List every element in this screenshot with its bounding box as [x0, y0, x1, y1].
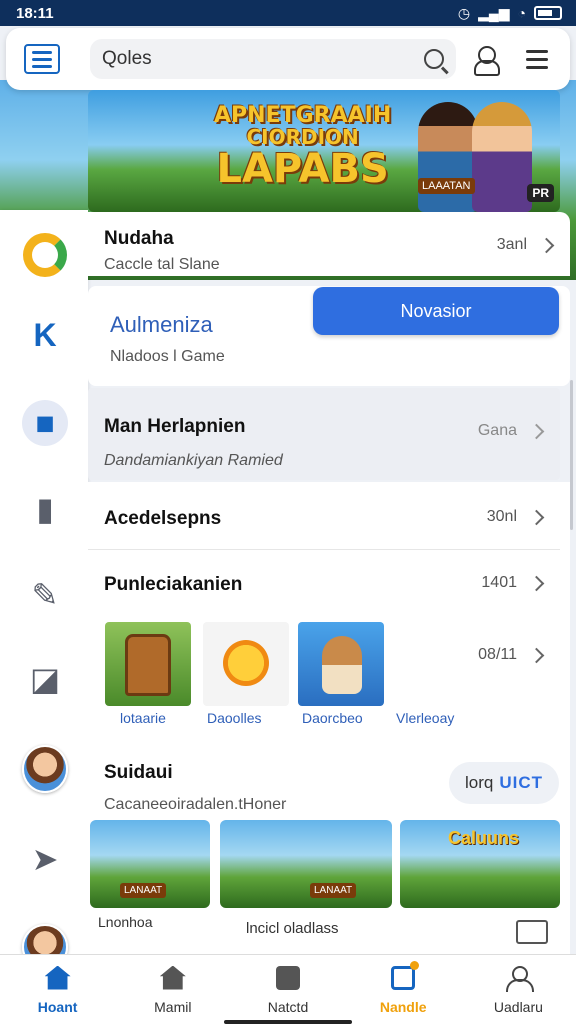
- thumbnail-label: Daorcbeo: [302, 710, 363, 726]
- battery-icon: [534, 6, 562, 20]
- thumbnail-label[interactable]: Vlerleoay: [396, 710, 454, 726]
- grid-icon: [274, 965, 302, 991]
- featured-meta: 3anl: [496, 236, 527, 253]
- promo-title: Aulmeniza: [110, 312, 213, 337]
- tab-home[interactable]: Hoant: [0, 955, 115, 1024]
- sidebar-item-bag[interactable]: ▮: [22, 486, 68, 532]
- chevron-right-icon[interactable]: [528, 509, 545, 525]
- section-subtitle: Cacaneeoiradalen.tHoner: [104, 796, 287, 813]
- keyboard-icon[interactable]: [516, 920, 548, 944]
- game-tile-title: Caluuns: [448, 828, 520, 848]
- chevron-right-icon[interactable]: [528, 423, 545, 439]
- game-tile[interactable]: LANAAT: [220, 820, 392, 908]
- totem-icon: [125, 634, 171, 696]
- banner-tag: LAAATAN: [418, 178, 475, 194]
- section-footer-left: Lnonhoa: [98, 914, 153, 930]
- wifi-icon: ◔: [517, 5, 526, 21]
- sidebar-item-tools[interactable]: ✎: [22, 572, 68, 618]
- chevron-right-icon[interactable]: [528, 575, 545, 591]
- filter-icon[interactable]: [526, 49, 548, 69]
- featured-title: Nudaha: [104, 228, 174, 249]
- tab-profile[interactable]: Uadlaru: [461, 955, 576, 1024]
- status-icons: ◷ ▂▄▆ ◔: [458, 5, 562, 22]
- pill-accent: UICT: [499, 773, 544, 792]
- logo-ring-icon: [23, 233, 67, 277]
- search-value: Qoles: [102, 48, 152, 69]
- thumbnail-label: lotaarie: [120, 710, 166, 726]
- game-tile[interactable]: LANAAT: [90, 820, 210, 908]
- game-tile[interactable]: Caluuns: [400, 820, 560, 908]
- hero-character-left: [418, 102, 478, 212]
- section-pill-button[interactable]: lorq UICT: [449, 762, 559, 804]
- featured-row[interactable]: Nudaha Caccle tal Slane 3anl: [88, 212, 570, 276]
- tab-store[interactable]: Mamil: [115, 955, 230, 1024]
- thumbnails-meta: 08/11: [478, 646, 517, 663]
- bottom-nav: Hoant Mamil Natctd Nandle Uadlaru: [0, 954, 576, 1024]
- app-logo[interactable]: [22, 232, 68, 278]
- folder-icon: ■: [35, 405, 55, 441]
- thumbnail-fox[interactable]: [298, 622, 384, 706]
- store-icon: [159, 965, 187, 991]
- list-item[interactable]: Acedelsepns 30nl: [88, 484, 560, 550]
- menu-icon[interactable]: [24, 44, 60, 74]
- list-item[interactable]: Punleciakanien 1401: [88, 552, 560, 616]
- hero-character-right: [472, 102, 532, 212]
- sidebar-item-profile[interactable]: [22, 745, 68, 793]
- home-icon: [44, 965, 72, 991]
- list-item-meta: Gana: [477, 422, 517, 439]
- sidebar-item-library[interactable]: ■: [22, 400, 68, 446]
- send-icon: ➤: [31, 841, 59, 877]
- sidebar-item-send[interactable]: ➤: [22, 836, 68, 882]
- search-input[interactable]: Qoles: [90, 39, 456, 79]
- list-item[interactable]: Man Herlapnien Dandamiankiyan Ramied Gan…: [88, 388, 560, 480]
- sidebar-item-notes[interactable]: ◪: [22, 656, 68, 702]
- profile-icon: [504, 965, 535, 992]
- note-icon: ◪: [29, 661, 61, 697]
- fox-character-icon: [322, 636, 362, 694]
- game-tile-tag: LANAAT: [310, 883, 357, 898]
- home-indicator[interactable]: [224, 1020, 352, 1024]
- bag-icon: ▮: [36, 491, 54, 527]
- edit-icon: [389, 960, 420, 991]
- banner-title: APNETGRAAIH CIORDION LAPABS: [214, 103, 392, 193]
- sidebar-item-explore[interactable]: K: [22, 312, 68, 358]
- list-item-title: Punleciakanien: [104, 574, 243, 595]
- account-icon[interactable]: [474, 46, 500, 76]
- list-item-title: Man Herlapnien: [104, 416, 246, 437]
- game-tile-tag: LANAAT: [120, 883, 167, 898]
- scrollbar[interactable]: [570, 380, 573, 530]
- avatar: [22, 745, 68, 793]
- pill-prefix: lorq: [464, 773, 494, 792]
- list-item-meta: 1401: [481, 574, 517, 591]
- sun-icon: [223, 640, 269, 686]
- search-icon[interactable]: [424, 49, 444, 69]
- promo-subtitle: Nladoos l Game: [110, 348, 225, 365]
- thumbnail-totem[interactable]: [105, 622, 191, 706]
- list-item-subtitle: Dandamiankiyan Ramied: [104, 452, 283, 469]
- tools-icon: ✎: [31, 577, 59, 613]
- signal-icon: ▂▄▆: [478, 4, 510, 21]
- section-footer-center: lncicl oladlass: [246, 920, 339, 937]
- list-item-title: Acedelsepns: [104, 508, 222, 529]
- chevron-right-icon[interactable]: [528, 647, 545, 663]
- promo-button[interactable]: Novasior: [313, 287, 559, 335]
- featured-subtitle: Caccle tal Slane: [104, 256, 220, 273]
- list-item-meta: 30nl: [486, 508, 517, 525]
- section-title: Suidaui: [104, 762, 173, 783]
- alarm-icon: ◷: [457, 4, 471, 21]
- tab-grid[interactable]: Natctd: [230, 955, 345, 1024]
- top-bar: Qoles: [6, 28, 570, 90]
- k-letter-icon: K: [33, 317, 57, 353]
- chevron-right-icon[interactable]: [538, 237, 555, 253]
- hero-banner[interactable]: APNETGRAAIH CIORDION LAPABS LAAATAN PR: [88, 90, 560, 212]
- thumbnail-sun[interactable]: [203, 622, 289, 706]
- banner-badge: PR: [527, 184, 554, 202]
- tab-edit[interactable]: Nandle: [346, 955, 461, 1024]
- sidebar: K ■ ▮ ✎ ◪ ➤: [0, 210, 88, 970]
- status-bar: 18:11 ◷ ▂▄▆ ◔: [0, 0, 576, 26]
- thumbnail-label: Daoolles: [207, 710, 262, 726]
- status-time: 18:11: [16, 4, 54, 22]
